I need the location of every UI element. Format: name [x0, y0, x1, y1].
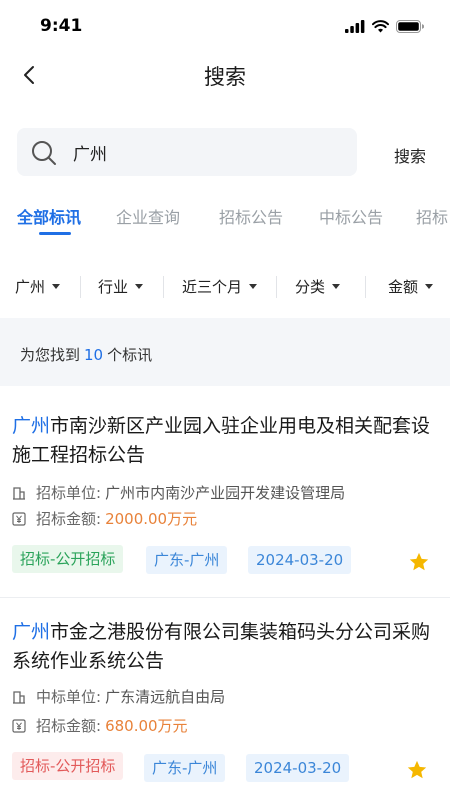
search-button[interactable]: 搜索 [394, 143, 426, 167]
title-text: 市南沙新区产业园入驻企业用电及相关配套设施工程招标公告 [12, 415, 431, 466]
filter-amount[interactable]: 金额 [388, 276, 434, 297]
filter-divider [80, 276, 81, 298]
amount-label: 招标金额: [36, 717, 102, 735]
tab-more[interactable]: 招标 [416, 204, 448, 228]
status-bar: 9:41 [0, 0, 450, 54]
title-highlight: 广州 [12, 621, 51, 643]
date-tag: 2024-03-20 [246, 754, 350, 782]
tab-indicator [39, 232, 71, 235]
tab-all[interactable]: 全部标讯 [17, 204, 81, 228]
search-input[interactable] [73, 128, 343, 176]
result-suffix: 个标讯 [107, 346, 153, 364]
filter-region[interactable]: 广州 [15, 276, 61, 297]
filter-amount-label: 金额 [388, 278, 419, 296]
unit-value: 广州市内南沙产业园开发建设管理局 [105, 484, 346, 502]
yuan-icon [12, 718, 26, 733]
filter-divider [163, 276, 164, 298]
search-box[interactable] [17, 128, 357, 176]
filter-industry[interactable]: 行业 [98, 276, 144, 297]
caret-down-icon [135, 284, 144, 289]
wifi-icon [372, 20, 389, 33]
card-title[interactable]: 广州市金之港股份有限公司集装箱码头分公司采购系统作业系统公告 [12, 618, 437, 676]
amount-row: 招标金额: 2000.00万元 [12, 508, 197, 529]
building-icon [12, 690, 26, 704]
signal-icon [345, 20, 365, 33]
type-tag: 招标-公开招标 [12, 545, 124, 573]
region-tag: 广东-广州 [144, 754, 226, 782]
amount-row: 招标金额: 680.00万元 [12, 715, 188, 736]
date-tag: 2024-03-20 [248, 546, 352, 574]
search-icon [32, 141, 56, 165]
tab-bar: 全部标讯 企业查询 招标公告 中标公告 招标 [0, 204, 450, 244]
caret-down-icon [332, 284, 341, 289]
result-summary: 为您找到 10 个标讯 [0, 318, 450, 386]
list-item[interactable]: 广州市金之港股份有限公司集装箱码头分公司采购系统作业系统公告 中标单位: 广东清… [0, 618, 450, 800]
caret-down-icon [249, 284, 258, 289]
filter-region-label: 广州 [15, 278, 46, 296]
caret-down-icon [52, 284, 61, 289]
title-text: 市金之港股份有限公司集装箱码头分公司采购系统作业系统公告 [12, 621, 431, 672]
amount-label: 招标金额: [36, 510, 102, 528]
tab-company[interactable]: 企业查询 [116, 204, 180, 228]
list-item[interactable]: 广州市南沙新区产业园入驻企业用电及相关配套设施工程招标公告 招标单位: 广州市内… [0, 412, 450, 592]
filter-category[interactable]: 分类 [295, 276, 341, 297]
amount-value: 680.00万元 [105, 717, 188, 735]
unit-value: 广东清远航自由局 [105, 688, 226, 706]
filter-time-label: 近三个月 [182, 278, 243, 296]
filter-divider [276, 276, 277, 298]
page-title: 搜索 [204, 65, 246, 89]
unit-label: 中标单位: [36, 688, 102, 706]
filter-bar: 广州 行业 近三个月 分类 金额 [0, 268, 450, 306]
amount-value: 2000.00万元 [105, 510, 198, 528]
filter-divider [365, 276, 366, 298]
unit-label: 招标单位: [36, 484, 102, 502]
status-time: 9:41 [40, 16, 83, 36]
star-icon[interactable] [408, 551, 430, 573]
star-icon[interactable] [406, 759, 428, 781]
result-text: 为您找到 10 个标讯 [20, 344, 152, 365]
status-icons [345, 20, 424, 33]
filter-time[interactable]: 近三个月 [182, 276, 258, 297]
region-tag: 广东-广州 [146, 546, 228, 574]
divider [0, 597, 450, 598]
filter-category-label: 分类 [295, 278, 326, 296]
type-tag: 招标-公开招标 [12, 752, 124, 780]
nav-bar: 搜索 [0, 54, 450, 100]
unit-row: 中标单位: 广东清远航自由局 [12, 686, 225, 707]
title-highlight: 广州 [12, 415, 51, 437]
building-icon [12, 486, 26, 500]
result-prefix: 为您找到 [20, 346, 81, 364]
filter-industry-label: 行业 [98, 278, 129, 296]
tab-award[interactable]: 中标公告 [319, 204, 383, 228]
caret-down-icon [425, 284, 434, 289]
card-title[interactable]: 广州市南沙新区产业园入驻企业用电及相关配套设施工程招标公告 [12, 412, 437, 470]
battery-icon [396, 20, 424, 33]
tab-tender[interactable]: 招标公告 [219, 204, 283, 228]
result-count: 10 [84, 346, 104, 364]
yuan-icon [12, 511, 26, 526]
unit-row: 招标单位: 广州市内南沙产业园开发建设管理局 [12, 482, 345, 503]
